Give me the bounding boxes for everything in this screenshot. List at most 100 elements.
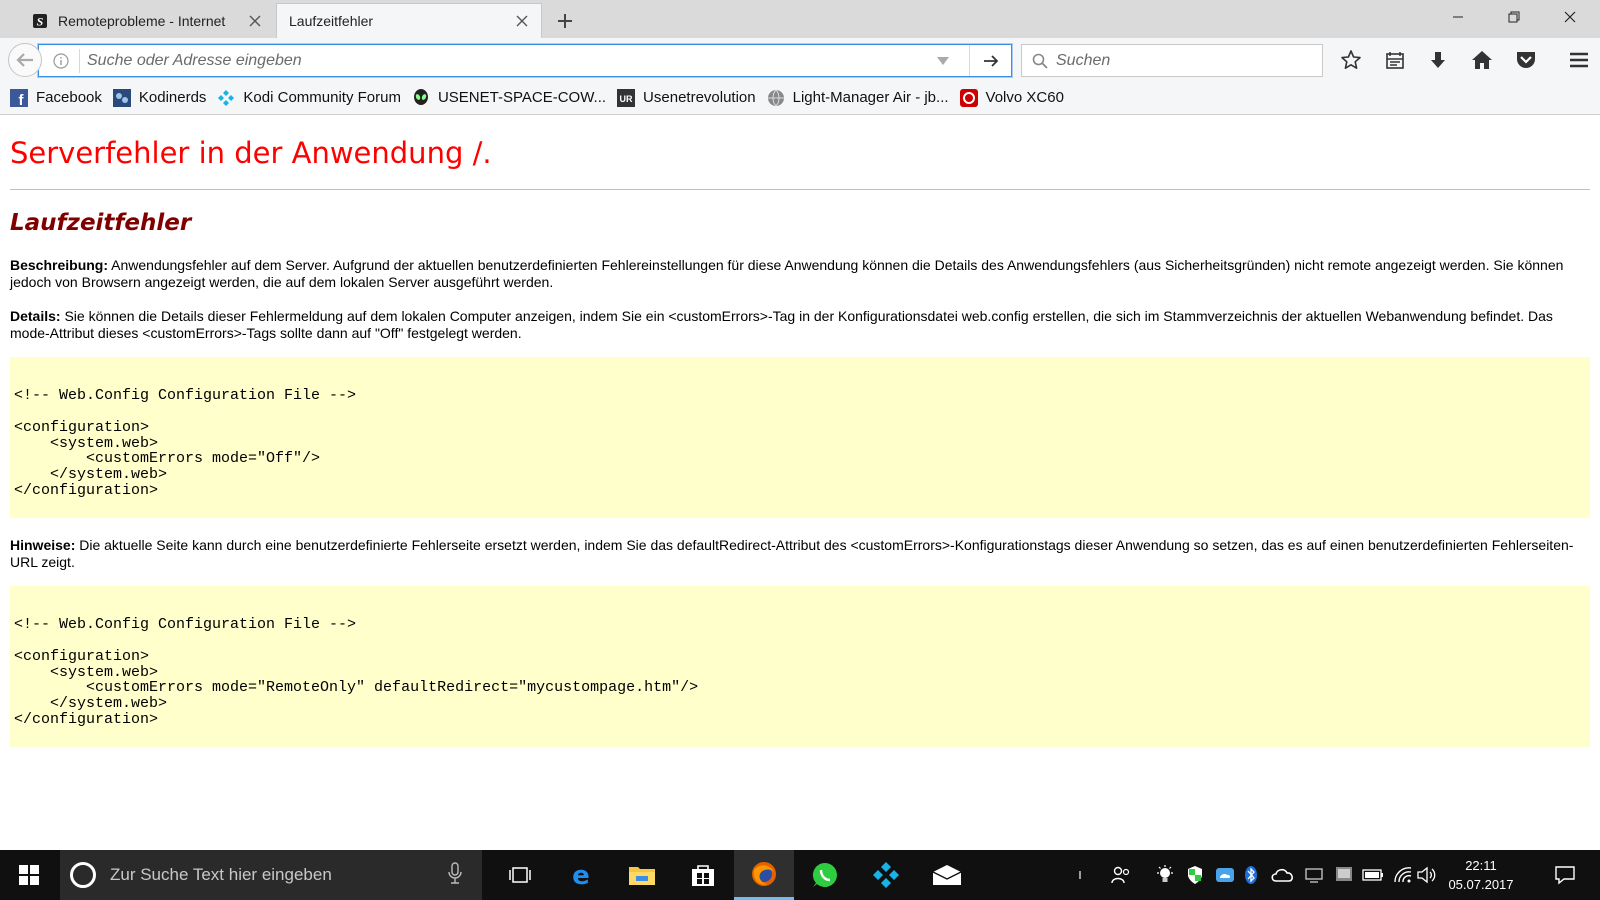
taskbar-store[interactable] (673, 850, 733, 900)
divider (10, 189, 1590, 190)
notes-text: Die aktuelle Seite kann durch eine benut… (10, 537, 1574, 570)
volume-icon[interactable] (1414, 850, 1438, 900)
svg-text:UR: UR (620, 94, 633, 104)
tab-laufzeitfehler[interactable]: Laufzeitfehler (276, 3, 542, 38)
alien-icon (412, 88, 430, 107)
globe-icon (767, 89, 785, 107)
search-bar[interactable] (1021, 44, 1323, 77)
search-input[interactable] (1054, 48, 1314, 74)
close-tab-icon[interactable] (511, 10, 533, 32)
dropdown-arrow-icon[interactable] (935, 54, 951, 68)
download-icon[interactable] (1425, 47, 1451, 73)
go-button[interactable] (969, 45, 1011, 76)
taskbar-mail[interactable] (917, 850, 977, 900)
details-text: Sie können die Details dieser Fehlermeld… (10, 308, 1553, 341)
details-label: Details: (10, 308, 61, 324)
firefox-icon (752, 861, 776, 886)
clock[interactable]: 22:11 05.07.2017 (1438, 856, 1524, 894)
bookmark-kodinerds[interactable]: Kodinerds (112, 88, 206, 107)
taskbar-search-box[interactable]: Zur Suche Text hier eingeben (60, 850, 482, 900)
people-icon[interactable] (1108, 850, 1134, 900)
address-input[interactable] (85, 48, 905, 74)
taskbar-kodi[interactable] (856, 850, 916, 900)
kodi-icon (217, 89, 235, 107)
navigation-toolbar (0, 38, 1600, 81)
task-view-icon (509, 867, 531, 883)
cortana-icon[interactable] (70, 862, 96, 888)
bookmark-label: USENET-SPACE-COW... (437, 89, 607, 106)
bookmarks-toolbar: f Facebook Kodinerds Kodi Community Foru… (0, 81, 1600, 115)
bluetooth-icon[interactable] (1240, 850, 1262, 900)
bookmark-star-icon[interactable] (1338, 47, 1364, 73)
taskbar-firefox[interactable] (734, 850, 794, 900)
url-separator (79, 49, 80, 73)
home-icon[interactable] (1469, 47, 1495, 73)
back-button[interactable] (8, 43, 42, 77)
kodinerds-icon (112, 88, 131, 107)
info-icon[interactable] (53, 53, 69, 69)
windows-taskbar: Zur Suche Text hier eingeben e 22:11 05.… (0, 850, 1600, 900)
bookmark-label: Light-Manager Air - jb... (792, 89, 949, 106)
tab-strip: S Remoteprobleme - Internet Laufzeitfehl… (0, 0, 1600, 38)
bookmark-usenetrevolution[interactable]: UR Usenetrevolution (617, 88, 756, 107)
windows-logo-icon (19, 865, 39, 885)
menu-icon[interactable] (1566, 47, 1592, 73)
code-block-custom-errors-off: <!-- Web.Config Configuration File --> <… (10, 357, 1590, 518)
store-icon (692, 865, 714, 886)
bookmark-usenet-space-cow[interactable]: USENET-SPACE-COW... (412, 88, 607, 107)
url-bar[interactable] (38, 44, 1012, 77)
bookmark-label: Facebook (36, 89, 102, 106)
lightbulb-icon[interactable] (1152, 850, 1178, 900)
start-button[interactable] (0, 850, 58, 900)
notification-icon (1555, 866, 1575, 885)
defender-shield-icon[interactable] (1182, 850, 1208, 900)
wifi-icon[interactable] (1390, 850, 1416, 900)
network-device-icon[interactable] (1302, 850, 1326, 900)
bookmark-light-manager[interactable]: Light-Manager Air - jb... (767, 89, 949, 107)
bookmark-kodi-forum[interactable]: Kodi Community Forum (217, 89, 401, 107)
minimize-button[interactable] (1430, 0, 1486, 34)
error-subtitle: Laufzeitfehler (10, 210, 192, 236)
monitor-icon[interactable] (1332, 850, 1356, 900)
code-text: <!-- Web.Config Configuration File --> <… (14, 616, 699, 728)
description-label: Beschreibung: (10, 257, 109, 273)
task-view-button[interactable] (490, 850, 550, 900)
cloud-sync-icon[interactable] (1268, 850, 1298, 900)
bookmark-label: Volvo XC60 (985, 89, 1064, 106)
usenetrevolution-icon: UR (617, 88, 636, 107)
restore-button[interactable] (1486, 0, 1542, 34)
clock-time: 22:11 (1465, 858, 1497, 873)
taskbar-edge[interactable]: e (551, 850, 611, 900)
new-tab-button[interactable] (552, 8, 578, 34)
search-icon (1032, 53, 1048, 69)
bookmarks-library-icon[interactable] (1382, 47, 1408, 73)
close-window-button[interactable] (1542, 0, 1598, 34)
battery-icon[interactable] (1360, 850, 1386, 900)
microphone-icon[interactable] (448, 861, 462, 889)
onedrive-box-icon[interactable] (1212, 850, 1238, 900)
tray-overflow-icon[interactable] (1070, 850, 1090, 900)
pocket-icon[interactable] (1513, 47, 1539, 73)
taskbar-explorer[interactable] (612, 850, 672, 900)
mail-icon (932, 865, 962, 885)
description-paragraph: Beschreibung: Anwendungsfehler auf dem S… (10, 257, 1590, 291)
site-s-icon: S (32, 13, 48, 29)
bookmark-facebook[interactable]: f Facebook (10, 88, 102, 107)
bookmark-label: Usenetrevolution (643, 89, 756, 106)
folder-icon (629, 867, 655, 885)
clock-date: 05.07.2017 (1448, 877, 1514, 892)
taskbar-whatsapp[interactable] (795, 850, 855, 900)
volvo-icon (959, 88, 978, 107)
notes-label: Hinweise: (10, 537, 76, 553)
action-center-button[interactable] (1540, 850, 1590, 900)
code-text: <!-- Web.Config Configuration File --> <… (14, 387, 357, 499)
svg-text:S: S (37, 14, 44, 28)
code-block-remote-only: <!-- Web.Config Configuration File --> <… (10, 586, 1590, 747)
bookmark-volvo[interactable]: Volvo XC60 (959, 88, 1064, 107)
edge-icon: e (572, 862, 590, 888)
tab-title: Laufzeitfehler (289, 13, 374, 29)
bookmark-label: Kodi Community Forum (243, 89, 401, 106)
close-tab-icon[interactable] (244, 10, 266, 32)
details-paragraph: Details: Sie können die Details dieser F… (10, 308, 1590, 342)
tab-remoteprobleme[interactable]: S Remoteprobleme - Internet (22, 3, 274, 38)
